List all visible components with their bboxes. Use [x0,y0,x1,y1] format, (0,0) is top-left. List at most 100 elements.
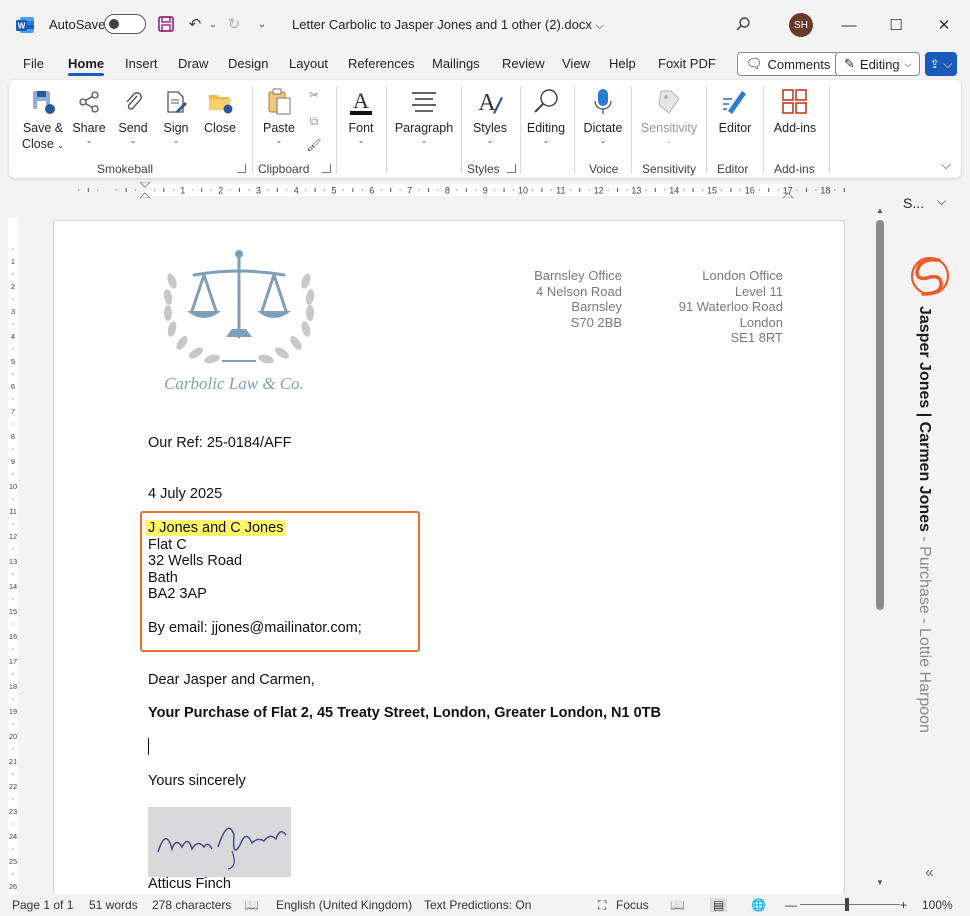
tab-review[interactable]: Review [502,56,545,71]
group-separator [336,86,337,174]
vertical-ruler-number: 9 [11,457,15,466]
character-count[interactable]: 278 characters [152,898,231,912]
copy-icon[interactable]: ⧉ [305,112,323,130]
paragraph-button[interactable]: Paragraph ⌄ [393,84,455,146]
sensitivity-button[interactable]: Sensitivity ⌄ [639,84,699,146]
sign-button[interactable]: Sign ⌄ [159,84,193,146]
find-icon [534,89,558,113]
vertical-ruler-number: 6 [11,382,15,391]
editor-button[interactable]: Editor [713,84,757,136]
clipboard-launcher-icon[interactable] [322,164,331,173]
ruler-number: 13 [631,186,641,196]
share-button[interactable]: ⇪ ⌵ [925,52,957,76]
minimize-button[interactable]: — [826,10,872,40]
title-bar: W AutoSave ↶ ⌄ ↻ ⌄ Letter Carbolic to Ja… [0,0,970,50]
zoom-in-icon[interactable]: + [900,898,907,912]
collapse-pane-icon[interactable]: « [925,864,934,882]
ruler-tick [239,188,240,192]
ruler-tick [834,189,836,191]
zoom-slider[interactable] [800,904,900,905]
ruler-tick [456,189,458,191]
editing-button[interactable]: Editing ⌄ [523,84,569,146]
tab-view[interactable]: View [562,56,590,71]
tab-foxit-pdf[interactable]: Foxit PDF [658,56,716,71]
smokeball-launcher-icon[interactable] [237,164,246,173]
vertical-ruler-number: 15 [9,607,17,616]
vertical-ruler[interactable]: 1234567891011121314151617181920212223242… [6,218,20,894]
horizontal-ruler[interactable]: 1 2 3 4 5 6 7 8 9 10 11 12 13 14 15 16 17 18 [47,182,847,198]
styles-launcher-icon[interactable] [507,164,516,173]
vertical-ruler-number: 7 [11,407,15,416]
vertical-ruler-number: 16 [9,632,17,641]
page-count[interactable]: Page 1 of 1 [12,898,73,912]
document-canvas[interactable]: Carbolic Law & Co. Barnsley Office 4 Nel… [22,200,890,894]
comments-button[interactable]: 🗨 Comments [737,52,840,76]
share-ribbon-button[interactable]: Share ⌄ [71,84,107,146]
scrollbar-thumb[interactable] [876,220,884,610]
focus-mode[interactable]: Focus [616,898,649,912]
tab-references[interactable]: References [348,56,414,71]
format-painter-icon[interactable]: 🖌 [305,136,323,154]
ruler-tick [617,188,618,192]
maximize-button[interactable]: ☐ [873,10,919,40]
pane-options-icon[interactable]: ⌵ [937,194,946,209]
tab-mailings[interactable]: Mailings [432,56,480,71]
zoom-slider-thumb[interactable] [845,898,849,911]
tab-home[interactable]: Home [68,56,105,76]
letter-date: 4 July 2025 [148,486,223,502]
undo-dropdown-icon[interactable]: ⌄ [203,14,223,34]
zoom-out-icon[interactable]: — [785,898,797,912]
document-title[interactable]: Letter Carbolic to Jasper Jones and 1 ot… [292,17,604,33]
proofing-icon[interactable]: 📖 [244,898,259,912]
addins-button[interactable]: Add-ins [769,84,821,136]
tab-draw[interactable]: Draw [178,56,208,71]
tab-layout[interactable]: Layout [289,56,328,71]
group-label-voice: Voice [589,162,619,176]
cut-icon[interactable]: ✂ [305,86,323,104]
zoom-level[interactable]: 100% [922,898,953,912]
vertical-ruler-tick [12,723,14,725]
word-count[interactable]: 51 words [89,898,138,912]
read-mode-icon[interactable]: 📖 [670,898,685,912]
dictate-button[interactable]: Dictate ⌄ [579,84,627,146]
vertical-ruler-tick [12,573,14,575]
ruler-tick [494,189,496,191]
text-predictions[interactable]: Text Predictions: On [424,898,531,912]
focus-icon[interactable]: ⛶ [598,898,606,913]
tab-help[interactable]: Help [609,56,636,71]
document-page[interactable]: Carbolic Law & Co. Barnsley Office 4 Nel… [53,220,845,894]
save-close-button[interactable]: Save & Close ⌄ [21,84,65,154]
tab-insert[interactable]: Insert [125,56,158,71]
search-icon[interactable] [733,14,753,34]
language[interactable]: English (United Kingdom) [276,898,412,912]
web-layout-icon[interactable]: 🌐 [751,898,766,912]
firm-logo: Carbolic Law & Co. [163,250,315,393]
undo-icon[interactable]: ↶ [185,14,205,34]
avatar[interactable]: SH [789,13,813,37]
redo-icon[interactable]: ↻ [224,14,244,34]
paste-button[interactable]: Paste ⌄ [261,84,297,146]
send-button[interactable]: Send ⌄ [115,84,151,146]
close-window-button[interactable]: ✕ [921,10,967,40]
vertical-ruler-number: 2 [11,282,15,291]
editing-mode-button[interactable]: ✎ Editing ⌵ [835,52,921,76]
font-button[interactable]: A Font ⌄ [341,84,381,146]
subject-line: Your Purchase of Flat 2, 45 Treaty Stree… [148,705,661,721]
text-cursor [148,738,149,755]
vertical-ruler-tick [12,773,14,775]
vertical-scrollbar[interactable]: ▲ ▼ [872,200,888,894]
scroll-down-icon[interactable]: ▼ [876,878,884,887]
print-layout-icon[interactable]: ▤ [710,898,728,912]
styles-button[interactable]: A Styles ⌄ [468,84,512,146]
customize-toolbar-icon[interactable]: ⌄ [252,14,272,34]
collapse-ribbon-icon[interactable]: ⌵ [937,156,955,174]
ruler-tick [418,189,420,191]
scroll-up-icon[interactable]: ▲ [876,206,884,215]
autosave-toggle[interactable] [104,14,146,34]
tab-file[interactable]: File [23,56,44,71]
vertical-ruler-tick [12,523,14,525]
ruler-tick [541,188,543,192]
tab-design[interactable]: Design [228,56,268,71]
save-icon[interactable] [156,14,176,34]
close-ribbon-button[interactable]: Close [201,84,239,136]
